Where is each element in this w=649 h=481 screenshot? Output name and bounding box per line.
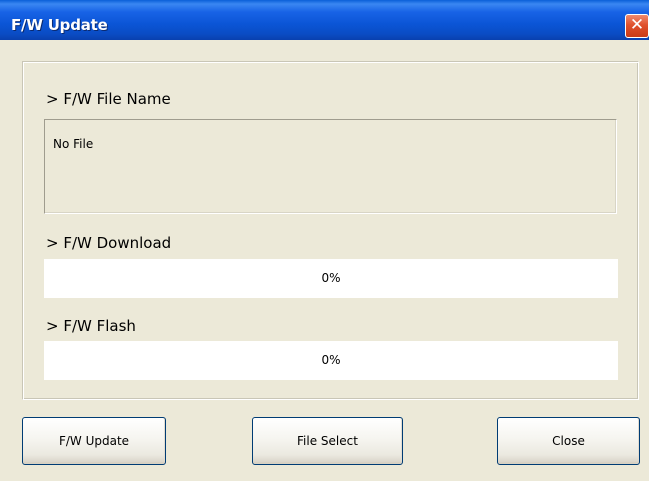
download-progress-text: 0% xyxy=(321,271,341,285)
download-progress-bar: 0% xyxy=(44,259,618,298)
file-name-box: No File xyxy=(44,119,617,214)
flash-label: > F/W Flash xyxy=(46,317,136,335)
close-glyph: ✕ xyxy=(629,15,645,35)
flash-progress-text: 0% xyxy=(321,353,341,367)
file-name-label: > F/W File Name xyxy=(46,90,171,108)
window-title: F/W Update xyxy=(11,16,108,34)
title-bar[interactable]: F/W Update ✕ xyxy=(0,0,649,40)
fw-update-window: F/W Update ✕ > F/W File Name No File > F… xyxy=(0,0,649,481)
close-icon[interactable]: ✕ xyxy=(625,14,649,38)
file-name-value: No File xyxy=(53,137,94,151)
flash-progress-bar: 0% xyxy=(44,341,618,380)
download-label: > F/W Download xyxy=(46,234,172,252)
close-button[interactable]: Close xyxy=(497,417,640,465)
fw-update-button[interactable]: F/W Update xyxy=(22,417,166,465)
file-select-button[interactable]: File Select xyxy=(252,417,403,465)
